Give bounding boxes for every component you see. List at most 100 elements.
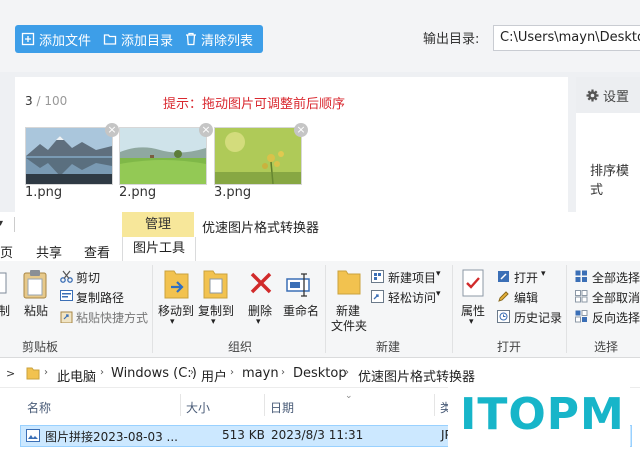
add-file-button[interactable]: 添加文件 bbox=[15, 25, 97, 53]
group-open: 打开 bbox=[497, 340, 522, 354]
copy-path-icon bbox=[60, 290, 73, 301]
paste-button[interactable]: 粘贴 bbox=[24, 302, 48, 319]
title-divider bbox=[14, 217, 15, 232]
image-file-icon bbox=[26, 429, 40, 442]
new-item-button[interactable]: 新建项目 bbox=[388, 269, 436, 286]
settings-panel: 设置 排序模式 bbox=[576, 77, 640, 212]
image-count-current: 3 bbox=[25, 94, 33, 108]
copy-to-dropdown-icon[interactable]: ▾ bbox=[211, 317, 216, 327]
breadcrumb-separator-icon: › bbox=[281, 367, 285, 378]
clipboard-icon[interactable] bbox=[22, 269, 48, 299]
copy-label-partial[interactable]: 制 bbox=[0, 302, 10, 319]
image-count-max: / 100 bbox=[32, 94, 68, 108]
new-folder-icon bbox=[337, 270, 361, 295]
group-clipboard: 剪贴板 bbox=[22, 340, 59, 354]
cut-button[interactable]: 剪切 bbox=[76, 269, 100, 286]
edit-icon bbox=[498, 291, 509, 302]
breadcrumb-windows-c[interactable]: Windows (C:) bbox=[111, 366, 197, 381]
breadcrumb-current-folder[interactable]: 优速图片格式转换器 bbox=[358, 366, 475, 385]
move-to-icon bbox=[164, 270, 189, 299]
settings-label: 设置 bbox=[603, 89, 630, 105]
paste-shortcut-button[interactable]: 粘贴快捷方式 bbox=[76, 309, 148, 326]
clear-list-button[interactable]: 清除列表 bbox=[179, 25, 259, 53]
settings-tab[interactable]: 设置 bbox=[576, 77, 640, 113]
remove-image-2-icon[interactable]: × bbox=[199, 123, 213, 137]
group-divider bbox=[152, 265, 153, 353]
column-name[interactable]: 名称 bbox=[27, 399, 51, 416]
history-button[interactable]: 历史记录 bbox=[514, 309, 562, 326]
thumbnail-lake-image bbox=[26, 128, 112, 184]
add-file-label: 添加文件 bbox=[39, 33, 92, 49]
new-folder-label-2[interactable]: 文件夹 bbox=[331, 317, 367, 334]
open-dropdown-icon[interactable]: ▾ bbox=[541, 269, 546, 279]
converter-app: 添加文件 添加目录 清除列表 输出目录: C:\Users\mayn\Deskt… bbox=[0, 0, 640, 212]
history-icon bbox=[497, 310, 510, 323]
remove-image-3-icon[interactable]: × bbox=[294, 123, 308, 137]
group-new: 新建 bbox=[376, 340, 401, 354]
column-divider[interactable] bbox=[264, 394, 265, 416]
easy-access-icon bbox=[371, 290, 384, 303]
folder-icon bbox=[26, 367, 40, 380]
select-none-button[interactable]: 全部取消 bbox=[592, 289, 640, 306]
easy-access-button[interactable]: 轻松访问 bbox=[388, 289, 436, 306]
image-thumbnail-1[interactable]: × bbox=[25, 123, 119, 185]
delete-dropdown-icon[interactable]: ▾ bbox=[256, 317, 261, 327]
file-name: 图片拼接2023-08-03 ... bbox=[45, 430, 178, 444]
move-to-dropdown-icon[interactable]: ▾ bbox=[170, 317, 175, 327]
clear-list-label: 清除列表 bbox=[201, 33, 254, 49]
tab-share[interactable]: 共享 bbox=[36, 242, 62, 261]
window-title: 优速图片格式转换器 bbox=[202, 221, 320, 236]
nav-up-chevron-icon[interactable]: > bbox=[6, 367, 15, 380]
image-name-1: 1.png bbox=[25, 185, 63, 200]
image-name-3: 3.png bbox=[214, 185, 252, 200]
image-name-2: 2.png bbox=[119, 185, 157, 200]
breadcrumb-separator-icon: › bbox=[345, 367, 349, 378]
edit-button[interactable]: 编辑 bbox=[514, 289, 538, 306]
group-divider bbox=[452, 265, 453, 353]
group-select: 选择 bbox=[594, 340, 619, 354]
rename-button[interactable]: 重命名 bbox=[283, 302, 319, 319]
address-bar[interactable]: > › 此电脑 › Windows (C:) › 用户 › mayn › Des… bbox=[0, 361, 640, 388]
trash-icon bbox=[186, 32, 197, 46]
properties-dropdown-icon[interactable]: ▾ bbox=[469, 317, 474, 327]
breadcrumb-this-pc[interactable]: 此电脑 bbox=[57, 366, 96, 385]
copy-to-button[interactable]: 复制到 bbox=[198, 302, 234, 319]
quick-access-dropdown-icon[interactable]: ▾ bbox=[0, 218, 3, 229]
image-counter: 3 / 100 bbox=[25, 94, 67, 108]
image-list-panel: 3 / 100 提示：拖动图片可调整前后顺序 × 1.png × 2.png ×… bbox=[15, 77, 568, 212]
column-divider[interactable] bbox=[180, 394, 181, 416]
column-divider[interactable] bbox=[434, 394, 435, 416]
tab-home[interactable]: 页 bbox=[0, 242, 13, 261]
breadcrumb-separator-icon: › bbox=[230, 367, 234, 378]
tab-picture-tools[interactable]: 图片工具 bbox=[122, 237, 196, 261]
move-to-button[interactable]: 移动到 bbox=[158, 302, 194, 319]
open-button[interactable]: 打开 bbox=[514, 269, 538, 286]
app-toolbar: 添加文件 添加目录 清除列表 输出目录: C:\Users\mayn\Deskt… bbox=[0, 0, 640, 72]
properties-icon bbox=[462, 269, 484, 297]
new-item-dropdown-icon[interactable]: ▾ bbox=[436, 269, 441, 279]
scissors-icon bbox=[60, 270, 73, 283]
tab-view[interactable]: 查看 bbox=[84, 242, 110, 261]
add-directory-button[interactable]: 添加目录 bbox=[97, 25, 179, 53]
column-size[interactable]: 大小 bbox=[186, 399, 210, 416]
remove-image-1-icon[interactable]: × bbox=[105, 123, 119, 137]
invert-selection-button[interactable]: 反向选择 bbox=[592, 309, 640, 326]
breadcrumb-mayn[interactable]: mayn bbox=[242, 366, 279, 381]
copy-path-button[interactable]: 复制路径 bbox=[76, 289, 124, 306]
toolbar-button-group: 添加文件 添加目录 清除列表 bbox=[15, 25, 263, 53]
copy-to-icon bbox=[203, 270, 228, 299]
output-dir-input[interactable]: C:\Users\mayn\Desktop bbox=[493, 25, 640, 51]
select-all-button[interactable]: 全部选择 bbox=[592, 269, 640, 286]
copy-icon bbox=[0, 272, 7, 294]
easy-access-dropdown-icon[interactable]: ▾ bbox=[436, 289, 441, 299]
breadcrumb-users[interactable]: 用户 bbox=[201, 366, 227, 385]
image-thumbnail-2[interactable]: × bbox=[119, 123, 213, 185]
file-size: 513 KB bbox=[222, 428, 265, 442]
column-date[interactable]: 日期 bbox=[270, 399, 294, 416]
image-thumbnail-3[interactable]: × bbox=[214, 123, 308, 185]
ribbon-tabs: 页 共享 查看 图片工具 bbox=[0, 237, 640, 262]
select-none-icon bbox=[575, 290, 588, 303]
breadcrumb-desktop[interactable]: Desktop bbox=[293, 366, 347, 381]
gear-icon bbox=[586, 89, 599, 101]
group-organize: 组织 bbox=[228, 340, 253, 354]
